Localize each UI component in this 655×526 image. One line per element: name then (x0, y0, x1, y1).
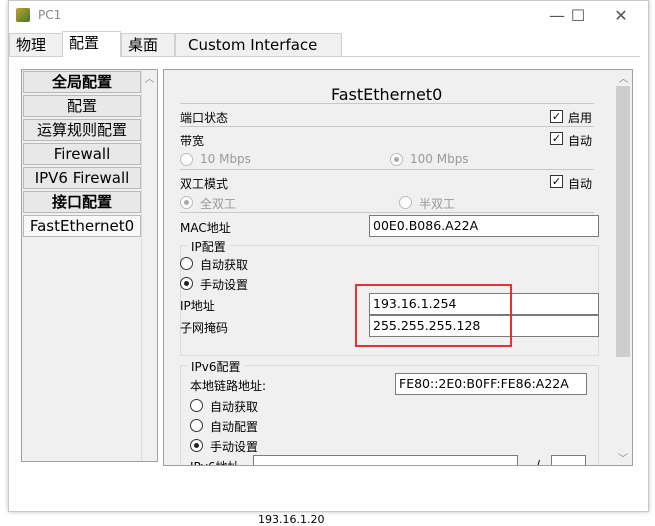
ipv4-config-legend: IP配置 (188, 238, 229, 255)
bandwidth-10-radio[interactable] (180, 153, 193, 166)
port-status-checkbox[interactable]: ✓ (550, 110, 563, 123)
pc-app-icon (16, 8, 30, 22)
port-status-label: 端口状态 (180, 111, 229, 125)
ipv6-autoconfig-radio[interactable] (190, 419, 203, 432)
bandwidth-label: 带宽 (180, 134, 205, 148)
divider (180, 103, 594, 104)
bandwidth-10-label: 10 Mbps (200, 152, 251, 166)
subnet-mask-label: 子网掩码 (180, 321, 229, 335)
ipv6-address-label: IPv6地址 (190, 458, 240, 465)
ipv6-prefix-field[interactable] (551, 455, 586, 465)
prefix-slash: / (536, 458, 541, 466)
duplex-auto-label: 自动 (568, 177, 593, 191)
interface-panel: FastEthernet0 端口状态 ✓ 启用 带宽 ✓ 自动 10 Mbps … (163, 69, 633, 466)
bandwidth-100-radio[interactable] (390, 153, 403, 166)
ipv6-config-legend: IPv6配置 (188, 358, 244, 375)
half-duplex-radio[interactable] (399, 196, 412, 209)
ipv6-address-field[interactable] (253, 455, 518, 465)
tab-config[interactable]: 配置 (62, 31, 121, 57)
port-status-checkbox-label: 启用 (568, 111, 593, 125)
sidebar-item-firewall[interactable]: Firewall (23, 143, 141, 165)
sidebar-item-fastethernet0[interactable]: FastEthernet0 (23, 215, 141, 237)
full-duplex-label: 全双工 (200, 197, 237, 211)
divider (180, 212, 594, 213)
ip-address-label: IP地址 (180, 299, 215, 313)
bandwidth-100-label: 100 Mbps (410, 152, 469, 166)
sidebar-item-interface-config[interactable]: 接口配置 (23, 191, 141, 213)
sidebar-item-algorithm-config[interactable]: 运算规则配置 (23, 119, 141, 141)
divider (180, 169, 594, 170)
ipv6-dhcp-radio[interactable] (190, 399, 203, 412)
sidebar-item-ipv6-firewall[interactable]: IPV6 Firewall (23, 167, 141, 189)
ipv6-static-label: 手动设置 (210, 440, 259, 454)
full-duplex-radio[interactable] (180, 196, 193, 209)
sidebar-scrollbar[interactable]: ︿ (141, 70, 157, 461)
scrollbar-thumb[interactable] (616, 86, 630, 357)
sidebar-item-settings[interactable]: 配置 (23, 95, 141, 117)
highlight-box (355, 284, 512, 347)
ipv6-static-radio[interactable] (190, 439, 203, 452)
bandwidth-auto-label: 自动 (568, 134, 593, 148)
half-duplex-label: 半双工 (419, 197, 456, 211)
ipv6-autoconfig-label: 自动配置 (210, 420, 259, 434)
scroll-up-icon[interactable]: ︿ (142, 70, 157, 85)
sidebar-list: 全局配置 配置 运算规则配置 Firewall IPV6 Firewall 接口… (21, 69, 158, 462)
mac-label: MAC地址 (180, 221, 231, 235)
ipv4-dhcp-label: 自动获取 (200, 258, 249, 272)
divider (180, 126, 594, 127)
ipv4-static-label: 手动设置 (200, 278, 249, 292)
tab-custom-interface[interactable]: Custom Interface (175, 33, 342, 57)
close-button[interactable]: ✕ (606, 4, 636, 28)
tab-desktop[interactable]: 桌面 (121, 33, 175, 57)
window-title: PC1 (38, 8, 62, 22)
panel-title: FastEthernet0 (331, 85, 443, 104)
sidebar-item-global-config[interactable]: 全局配置 (23, 71, 141, 93)
link-local-label: 本地链路地址: (190, 379, 267, 393)
bandwidth-auto-checkbox[interactable]: ✓ (550, 132, 563, 145)
ipv6-dhcp-label: 自动获取 (210, 400, 259, 414)
maximize-button[interactable]: ☐ (563, 4, 593, 28)
tab-physical[interactable]: 物理 (9, 33, 63, 57)
background-canvas-label: 193.16.1.20 (258, 513, 325, 526)
mac-address-field[interactable]: 00E0.B086.A22A (369, 215, 599, 237)
panel-scrollbar[interactable]: ︿ ﹀ (615, 70, 632, 465)
scroll-down-icon[interactable]: ﹀ (615, 450, 631, 465)
link-local-field[interactable]: FE80::2E0:B0FF:FE86:A22A (395, 373, 587, 395)
ipv4-static-radio[interactable] (180, 277, 193, 290)
duplex-label: 双工模式 (180, 177, 229, 191)
duplex-auto-checkbox[interactable]: ✓ (550, 175, 563, 188)
ipv4-dhcp-radio[interactable] (180, 257, 193, 270)
scroll-up-icon[interactable]: ︿ (615, 70, 632, 85)
